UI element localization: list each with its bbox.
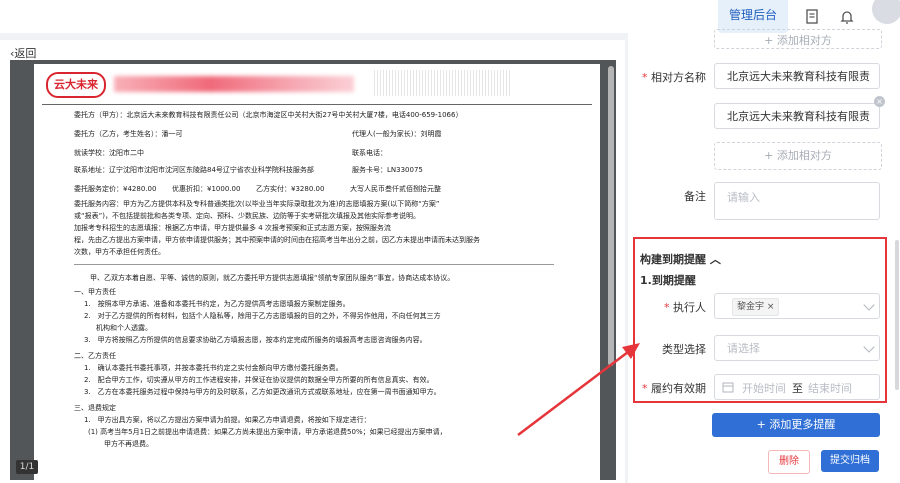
doc-divider — [74, 264, 554, 265]
add-more-reminder-button[interactable]: + 添加更多提醒 — [712, 413, 880, 437]
counterparty-label: * 相对方名称 — [642, 71, 706, 84]
viewer-scroll-thumb[interactable] — [608, 66, 614, 366]
range-separator: 至 — [792, 382, 803, 395]
doc-heading: 三、退费规定 — [74, 404, 116, 412]
back-link[interactable]: ‹返回 — [10, 45, 36, 61]
doc-line: 次数，甲方不承担任何责任。 — [74, 248, 165, 256]
doc-line: 委托方（甲方）：北京远大未来教育科技有限责任公司（北京市海淀区中关村大街27号中… — [74, 111, 463, 119]
form-scrollbar[interactable] — [895, 240, 899, 390]
bell-icon[interactable] — [838, 8, 856, 26]
doc-line: 大写人民币叁仟贰佰捌拾元整 — [350, 185, 441, 193]
remark-label: 备注 — [684, 190, 706, 203]
doc-line: 甲方不再退费。 — [104, 440, 153, 448]
type-select[interactable]: 请选择 — [714, 335, 880, 361]
doc-line: 联系地址：辽宁沈阳市沈阳市沈河区东陵路84号辽宁省农业科学院科技服务部 — [74, 166, 314, 174]
add-counterparty-button-top[interactable]: + 添加相对方 — [714, 29, 882, 49]
doc-line: 2. 配合甲方工作，切实遵从甲方的工作进程安排，并保证在协议提供的数据全甲方所要… — [84, 376, 434, 384]
doc-line: 1. 按照本甲方承诺、准备和本委托书约定，为乙方提供高考志愿填报方案制定服务。 — [84, 300, 350, 308]
calendar-icon — [722, 382, 734, 393]
document-icon[interactable] — [803, 8, 821, 26]
doc-heading: 一、甲方责任 — [74, 288, 116, 296]
redacted-area — [114, 76, 354, 92]
doc-line: 委托服务定价：¥4280.00 — [74, 185, 157, 193]
doc-line: 服务卡号：LN330075 — [352, 166, 423, 174]
type-label: 类型选择 — [662, 343, 706, 356]
stamp-mark — [372, 70, 512, 96]
header-divider — [42, 104, 592, 105]
reminder-subtitle: 1.到期提醒 — [640, 274, 696, 287]
chevron-up-icon: ︿ — [709, 253, 721, 266]
period-label: * 履约有效期 — [642, 382, 706, 395]
doc-line: 3. 甲方将按照乙方所提供的信息要求协助乙方填报志愿，按本约定完成所服务的填报高… — [84, 336, 427, 344]
doc-line: 代理人(一般为家长)：刘明霞 — [352, 130, 442, 138]
doc-line: 委托服务内容：甲方为乙方提供本科及专科普通类批次(以毕业当年实际录取批次为准)的… — [74, 200, 440, 208]
tag-close-icon[interactable]: × — [767, 302, 775, 312]
doc-line: 或“报表”)，不包括提前批和各类专项、定向、预科、少数民族、边防等于实考研批次填… — [74, 212, 420, 220]
doc-line: 就读学校：沈阳市二中 — [74, 149, 144, 157]
remark-textarea[interactable]: 请输入 — [714, 182, 880, 220]
annotation-arrow — [517, 343, 640, 436]
counterparty-input-2[interactable]: 北京远大未来教育科技有限责 — [714, 103, 880, 129]
remove-counterparty-icon[interactable]: × — [874, 96, 885, 107]
doc-line: 联系电话： — [352, 149, 387, 157]
doc-line: 乙方实付：¥3280.00 — [256, 185, 325, 193]
executor-tag[interactable]: 黎金宇 × — [732, 298, 780, 316]
counterparty-input-1[interactable]: 北京远大未来教育科技有限责 — [714, 63, 880, 89]
doc-heading: 二、乙方责任 — [74, 352, 116, 360]
reminder-section-title[interactable]: 构建到期提醒 ︿ — [640, 251, 721, 267]
page-indicator: 1/1 — [16, 460, 38, 474]
start-time-input[interactable]: 开始时间 — [742, 380, 786, 396]
doc-line: 委托方（乙方，考生姓名）：潘一可 — [74, 130, 183, 138]
doc-line: 机构和个人透露。 — [96, 324, 152, 332]
delete-button[interactable]: 删除 — [768, 450, 810, 474]
executor-label: * 执行人 — [664, 301, 706, 314]
doc-line: 加报考专科招生的志愿填报：根据乙方申请，甲方提供最多 4 次报考预案和正式志愿方… — [74, 224, 391, 232]
back-label: 返回 — [14, 47, 37, 60]
doc-line: (1) 高考当年5月1日之前提出申请退费：如果乙方尚未提出方案申请，甲方承诺退费… — [88, 428, 447, 436]
company-logo: 云大未来 — [46, 72, 106, 98]
submit-archive-button[interactable]: 提交归档 — [821, 450, 879, 472]
doc-line: 程，先由乙方提出方案申请，甲方依申请提供服务；其中预案申请的时间由在招高考当年出… — [74, 236, 480, 244]
add-counterparty-button[interactable]: + 添加相对方 — [714, 142, 882, 170]
doc-line: 1. 甲方出具方案，将以乙方提出方案申请为前提。如果乙方申请退费，将按如下规定进… — [84, 416, 371, 424]
doc-line: 3. 乙方在本委托服务过程中保持与甲方的及时联系，乙方如更改通讯方式或联系地址，… — [84, 388, 441, 396]
end-time-input[interactable]: 结束时间 — [808, 380, 852, 396]
doc-line: 1. 确认本委托书委托事项，并按本委托书约定之实付金额向甲方缴付委托服务费。 — [84, 364, 343, 372]
avatar[interactable] — [872, 0, 900, 24]
doc-line: 2. 对于乙方提供的所有材料，包括个人隐私等，除用于乙方志愿填报的目的之外，不得… — [84, 312, 441, 320]
doc-line: 优惠折扣：¥1000.00 — [172, 185, 241, 193]
doc-line: 甲、乙双方本着自愿、平等、诚信的原则，就乙方委托甲方提供志愿填报“领航专家团队服… — [90, 274, 455, 282]
